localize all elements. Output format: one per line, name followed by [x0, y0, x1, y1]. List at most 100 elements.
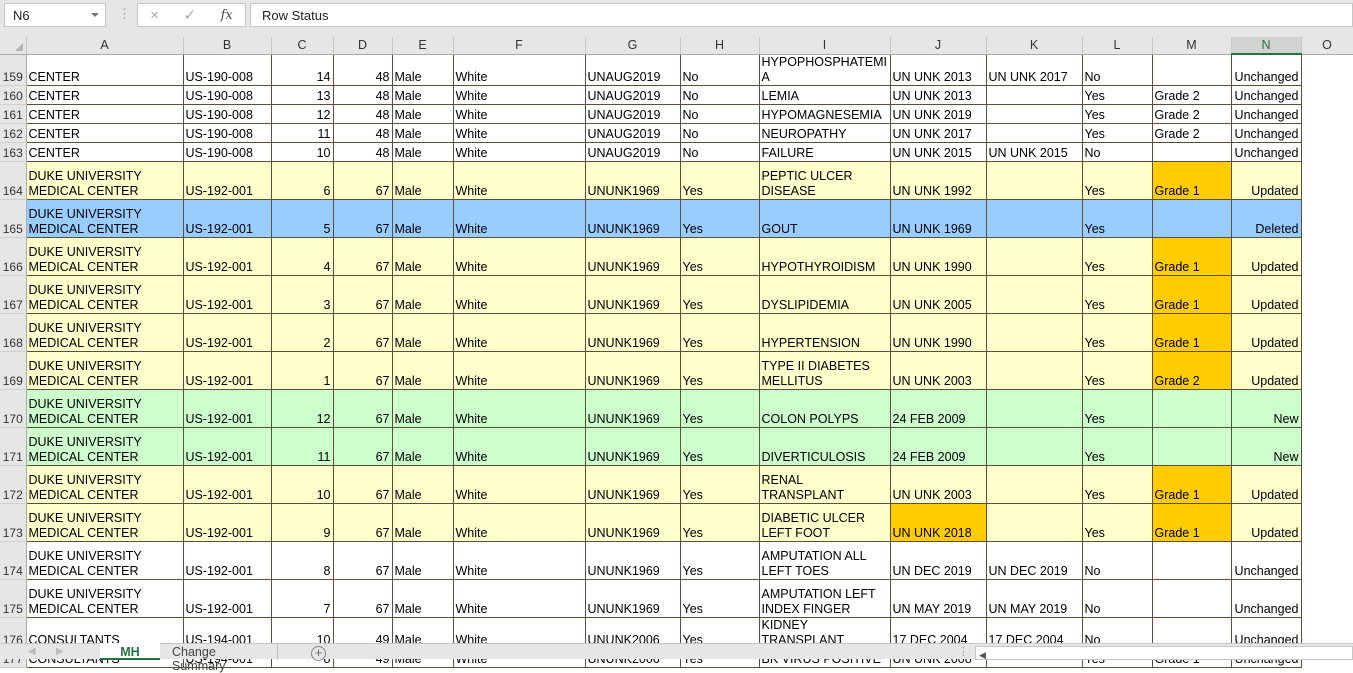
row-header[interactable]: 165 — [0, 199, 27, 238]
cell-e[interactable]: Male — [391, 540, 454, 580]
cell-i[interactable]: NEUROPATHY — [758, 122, 891, 143]
cell-n[interactable]: Updated — [1230, 464, 1302, 504]
cell-k[interactable] — [985, 312, 1083, 352]
cell-b[interactable]: US-192-001 — [182, 540, 272, 580]
column-header-e[interactable]: E — [392, 37, 454, 55]
cell-o[interactable] — [1301, 199, 1353, 237]
enter-icon[interactable]: ✓ — [184, 6, 197, 24]
cell-h[interactable]: Yes — [679, 426, 760, 466]
cell-j[interactable]: UN UNK 2003 — [889, 464, 987, 504]
cell-d[interactable]: 67 — [332, 198, 393, 238]
cell-k[interactable] — [985, 84, 1083, 105]
cell-b[interactable]: US-192-001 — [182, 236, 272, 276]
horizontal-scrollbar[interactable]: ◀ — [975, 646, 1353, 660]
cell-k[interactable] — [985, 388, 1083, 428]
insert-function-icon[interactable]: fx — [221, 8, 233, 23]
cell-j[interactable]: UN UNK 2017 — [889, 122, 987, 143]
cell-n[interactable]: Updated — [1230, 160, 1302, 200]
cell-g[interactable]: UNAUG2019 — [584, 84, 681, 105]
cell-d[interactable]: 48 — [332, 53, 393, 86]
cell-b[interactable]: US-192-001 — [182, 198, 272, 238]
cell-m[interactable]: Grade 1 — [1151, 464, 1232, 504]
row-header[interactable]: 171 — [0, 427, 27, 466]
cell-o[interactable] — [1301, 275, 1353, 313]
cell-c[interactable]: 3 — [270, 274, 334, 314]
cell-c[interactable]: 12 — [270, 103, 334, 124]
cell-g[interactable]: UNUNK1969 — [584, 388, 681, 428]
cell-g[interactable]: UNUNK1969 — [584, 540, 681, 580]
cell-n[interactable]: Updated — [1230, 274, 1302, 314]
cell-i[interactable]: LEMIA — [758, 84, 891, 105]
cell-e[interactable]: Male — [391, 312, 454, 352]
cell-j[interactable]: UN DEC 2019 — [889, 540, 987, 580]
cell-g[interactable]: UNUNK1969 — [584, 464, 681, 504]
cell-k[interactable] — [985, 103, 1083, 124]
cell-f[interactable]: White — [452, 141, 586, 162]
cell-m[interactable] — [1151, 388, 1232, 428]
cell-c[interactable]: 14 — [270, 53, 334, 86]
cell-b[interactable]: US-192-001 — [182, 274, 272, 314]
cell-g[interactable]: UNUNK1969 — [584, 312, 681, 352]
column-header-n[interactable]: N — [1231, 37, 1302, 55]
cell-j[interactable]: UN UNK 1990 — [889, 236, 987, 276]
row-header[interactable]: 164 — [0, 161, 27, 200]
cell-h[interactable]: Yes — [679, 464, 760, 504]
cell-e[interactable]: Male — [391, 502, 454, 542]
cell-b[interactable]: US-190-008 — [182, 53, 272, 86]
cell-d[interactable]: 67 — [332, 274, 393, 314]
cell-m[interactable] — [1151, 53, 1232, 86]
cell-o[interactable] — [1301, 579, 1353, 617]
cell-j[interactable]: UN UNK 2015 — [889, 141, 987, 162]
cell-o[interactable] — [1301, 237, 1353, 275]
cell-h[interactable]: Yes — [679, 236, 760, 276]
cell-e[interactable]: Male — [391, 84, 454, 105]
scroll-tabs-left-icon[interactable]: ◀ — [28, 646, 36, 657]
cell-f[interactable]: White — [452, 350, 586, 390]
cell-m[interactable] — [1151, 426, 1232, 466]
column-header-f[interactable]: F — [453, 37, 586, 55]
cell-o[interactable] — [1301, 142, 1353, 161]
column-header-a[interactable]: A — [26, 37, 184, 55]
cell-a[interactable]: DUKE UNIVERSITY MEDICAL CENTER — [25, 236, 184, 276]
select-all-button[interactable] — [0, 37, 27, 55]
cell-l[interactable]: Yes — [1081, 426, 1153, 466]
cell-e[interactable]: Male — [391, 236, 454, 276]
cell-i[interactable]: FAILURE — [758, 141, 891, 162]
cell-b[interactable]: US-192-001 — [182, 464, 272, 504]
cell-m[interactable]: Grade 1 — [1151, 274, 1232, 314]
cell-d[interactable]: 48 — [332, 84, 393, 105]
cell-e[interactable]: Male — [391, 464, 454, 504]
cell-c[interactable]: 7 — [270, 578, 334, 618]
cell-o[interactable] — [1301, 161, 1353, 199]
cell-d[interactable]: 67 — [332, 426, 393, 466]
cell-l[interactable]: No — [1081, 53, 1153, 86]
cell-i[interactable]: DIABETIC ULCER LEFT FOOT — [758, 502, 891, 542]
cell-b[interactable]: US-190-008 — [182, 141, 272, 162]
cell-n[interactable]: Updated — [1230, 236, 1302, 276]
cell-f[interactable]: White — [452, 426, 586, 466]
cell-i[interactable]: HYPOTHYROIDISM — [758, 236, 891, 276]
cell-h[interactable]: No — [679, 53, 760, 86]
cell-i[interactable]: HYPERTENSION — [758, 312, 891, 352]
column-header-b[interactable]: B — [183, 37, 272, 55]
cell-h[interactable]: No — [679, 141, 760, 162]
cell-n[interactable]: Unchanged — [1230, 53, 1302, 86]
cell-k[interactable] — [985, 274, 1083, 314]
cell-j[interactable]: 24 FEB 2009 — [889, 388, 987, 428]
cell-e[interactable]: Male — [391, 198, 454, 238]
row-header[interactable]: 169 — [0, 351, 27, 390]
cell-l[interactable]: No — [1081, 141, 1153, 162]
cell-c[interactable]: 4 — [270, 236, 334, 276]
cell-j[interactable]: UN MAY 2019 — [889, 578, 987, 618]
cell-l[interactable]: No — [1081, 540, 1153, 580]
column-header-m[interactable]: M — [1152, 37, 1232, 55]
cell-d[interactable]: 67 — [332, 160, 393, 200]
cell-e[interactable]: Male — [391, 350, 454, 390]
cell-o[interactable] — [1301, 123, 1353, 142]
cell-o[interactable] — [1301, 427, 1353, 465]
cell-n[interactable]: Unchanged — [1230, 540, 1302, 580]
cell-g[interactable]: UNUNK1969 — [584, 350, 681, 390]
cell-f[interactable]: White — [452, 103, 586, 124]
cell-i[interactable]: RENAL TRANSPLANT — [758, 464, 891, 504]
cell-e[interactable]: Male — [391, 274, 454, 314]
